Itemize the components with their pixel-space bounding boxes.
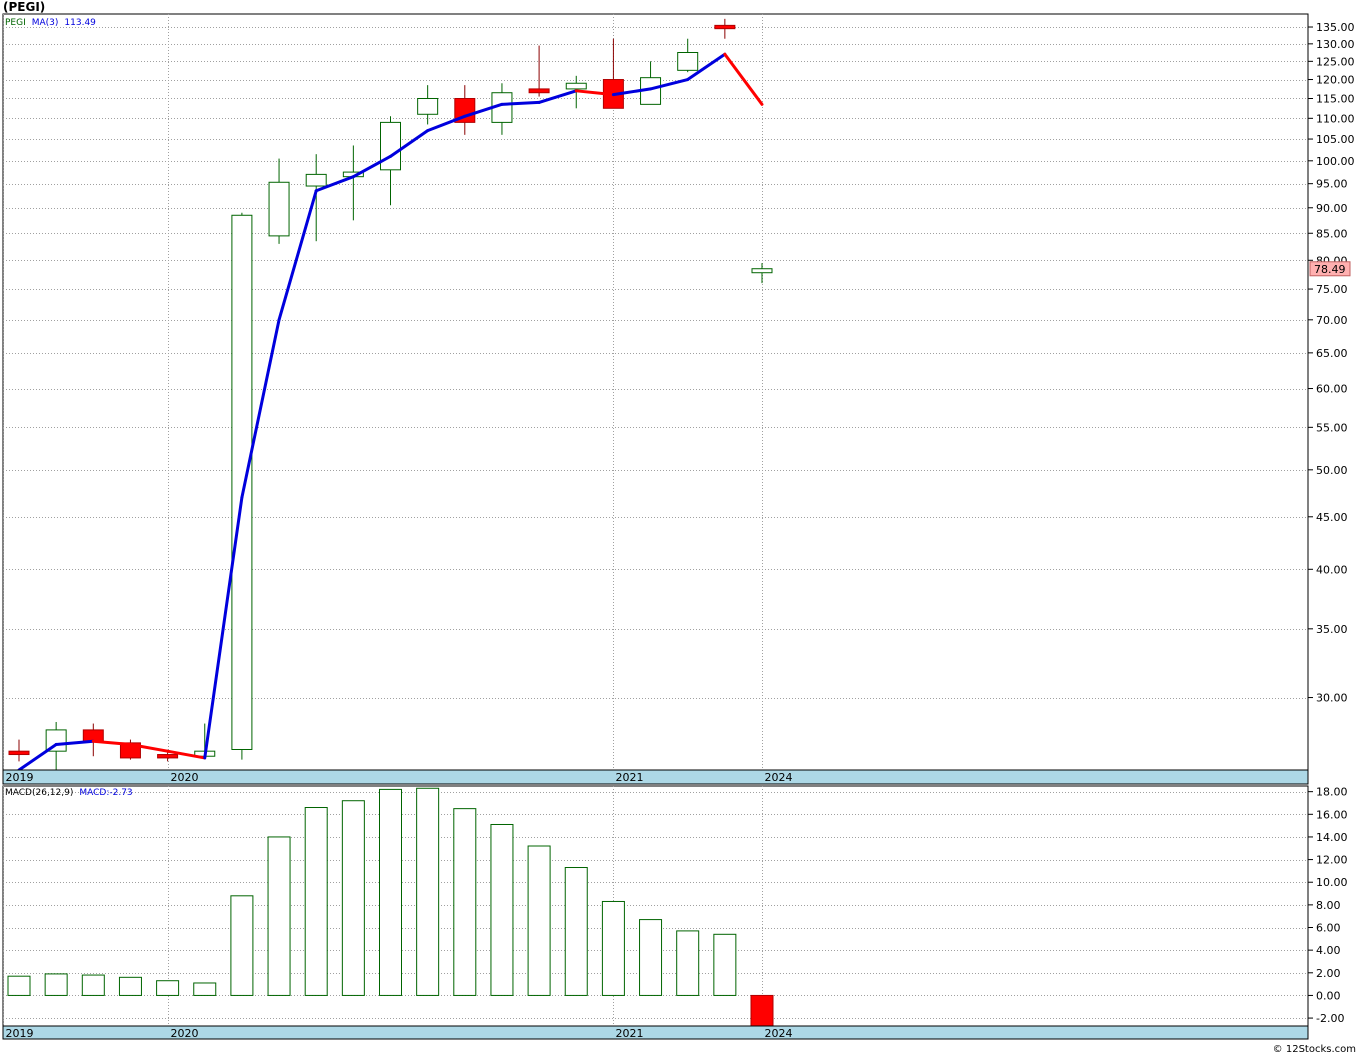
price-y-tick-label: 45.00	[1316, 511, 1348, 524]
macd-bar	[490, 823, 514, 996]
price-y-tick-label: 105.00	[1316, 133, 1355, 146]
price-y-tick-label: 50.00	[1316, 464, 1348, 477]
price-legend: PEGI MA(3) 113.49	[5, 18, 96, 28]
macd-bar	[267, 836, 291, 996]
macd-bar	[713, 933, 737, 996]
price-y-tick-label: 120.00	[1316, 74, 1355, 87]
candle-body	[528, 88, 550, 94]
macd-x-label: 2021	[616, 1027, 644, 1040]
candle-body	[231, 214, 253, 750]
price-y-tick-label: 35.00	[1316, 623, 1348, 636]
macd-y-tick-label: 18.00	[1316, 786, 1348, 799]
macd-bar	[230, 895, 254, 996]
candle-body	[8, 750, 30, 756]
macd-bar	[527, 845, 551, 996]
candle-body	[305, 173, 327, 187]
site-credit: © 12Stocks.com	[1272, 1044, 1356, 1055]
macd-y-tick-label: 4.00	[1316, 944, 1341, 957]
price-y-tick-label: 65.00	[1316, 347, 1348, 360]
macd-bar	[118, 976, 142, 996]
macd-x-label: 2019	[6, 1027, 34, 1040]
price-y-tick-label: 135.00	[1316, 21, 1355, 34]
candle-body	[268, 181, 290, 237]
candle-body	[417, 97, 439, 115]
price-panel: 30.00 35.00 40.00 45.00 50.00 55.00 60.00 65.00…	[2, 13, 1355, 785]
ma3-segment	[500, 100, 541, 106]
price-y-tick-label: 130.00	[1316, 38, 1355, 51]
macd-panel: -2.00 0.00 2.00 4.00 6.00 8.00 10.00 12.00 14.00…	[2, 785, 1348, 1040]
price-x-label: 2024	[765, 771, 793, 784]
legend-ma-value: 113.49	[64, 18, 96, 28]
chart-root: (PEGI) 30.00 35.00 40.00 45.00 50.00 55.00 60.…	[0, 0, 1360, 1056]
macd-bar	[156, 980, 180, 996]
macd-legend: MACD(26,12,9) MACD:-2.73	[5, 788, 133, 798]
candle-up	[231, 212, 253, 760]
price-y-tick-label: 75.00	[1316, 283, 1348, 296]
macd-y-tick-label: 16.00	[1316, 808, 1348, 821]
macd-bar	[304, 807, 328, 996]
price-y-tick-label: 60.00	[1316, 383, 1348, 396]
macd-y-tick-label: 6.00	[1316, 922, 1341, 935]
candle-body	[677, 51, 699, 71]
macd-bar	[193, 982, 217, 996]
macd-bar	[44, 973, 68, 996]
price-x-label: 2021	[616, 771, 644, 784]
candle-body	[157, 754, 179, 759]
price-y-tick-label: 30.00	[1316, 692, 1348, 705]
macd-y-tick-label: 2.00	[1316, 967, 1341, 980]
price-y-tick-label: 95.00	[1316, 178, 1348, 191]
candle-body	[565, 82, 587, 90]
price-y-tick-label: 40.00	[1316, 563, 1348, 576]
macd-y-tick-label: 14.00	[1316, 831, 1348, 844]
macd-y-tick-label: 10.00	[1316, 876, 1348, 889]
price-y-tick-label: 85.00	[1316, 227, 1348, 240]
price-y-tick-label: 90.00	[1316, 202, 1348, 215]
macd-bar	[564, 867, 588, 996]
legend-ma-label: MA(3)	[32, 18, 59, 28]
candle-body	[380, 121, 401, 171]
legend-symbol: PEGI	[5, 18, 26, 28]
macd-bar	[639, 919, 663, 996]
price-y-tick-label: 55.00	[1316, 421, 1348, 434]
macd-bar	[601, 900, 625, 996]
candle-body	[82, 729, 104, 742]
price-x-label: 2020	[171, 771, 199, 784]
chart-svg: 30.00 35.00 40.00 45.00 50.00 55.00 60.00 65.00…	[2, 13, 1355, 1040]
macd-y-tick-label: 8.00	[1316, 899, 1341, 912]
macd-y-tick-label: -2.00	[1316, 1012, 1344, 1025]
macd-bar	[676, 930, 700, 996]
price-x-axis-band	[2, 769, 1309, 785]
price-y-tick-label: 115.00	[1316, 92, 1355, 105]
macd-y-tick-label: 12.00	[1316, 854, 1348, 867]
price-y-tick-label: 70.00	[1316, 314, 1348, 327]
macd-x-label: 2024	[765, 1027, 793, 1040]
candle-body	[714, 24, 736, 30]
macd-bar	[453, 808, 477, 996]
macd-legend-value: MACD:-2.73	[79, 788, 132, 798]
price-y-tick-label: 100.00	[1316, 155, 1355, 168]
macd-legend-label: MACD(26,12,9)	[5, 788, 73, 798]
price-y-tick-label: 110.00	[1316, 112, 1355, 125]
macd-x-label: 2020	[171, 1027, 199, 1040]
price-y-tick-label: 125.00	[1316, 55, 1355, 68]
macd-bar	[750, 994, 774, 1027]
macd-bar	[379, 788, 402, 996]
price-plot-frame	[2, 13, 1309, 771]
last-price-label: 78.49	[1314, 263, 1346, 276]
macd-bar	[416, 787, 440, 996]
macd-bar	[7, 975, 31, 996]
macd-y-tick-label: 0.00	[1316, 989, 1341, 1002]
macd-bar	[341, 800, 365, 996]
price-x-label: 2019	[6, 771, 34, 784]
macd-bar	[81, 974, 105, 996]
macd-x-axis-band	[2, 1025, 1309, 1040]
candle-body	[751, 268, 773, 274]
